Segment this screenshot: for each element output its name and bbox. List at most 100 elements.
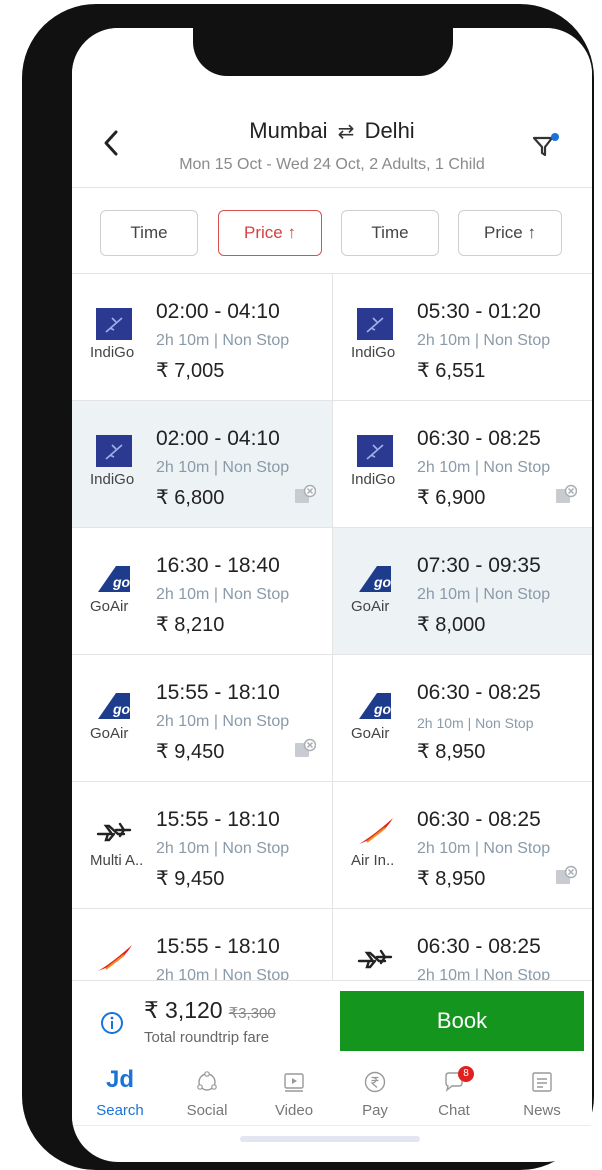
destination-city: Delhi xyxy=(364,118,415,143)
phone-notch xyxy=(193,8,453,76)
phone-frame: Mumbai ⇄ Delhi Mon 15 Oct - Wed 24 Oct, … xyxy=(22,4,594,1170)
sort-return-price-button[interactable]: Price ↑ xyxy=(458,210,562,256)
airline-name: IndiGo xyxy=(90,344,135,361)
flight-duration: 2h 10m | Non Stop xyxy=(417,459,551,476)
return-flight-card[interactable]: go GoAir 07:30 - 09:35 2h 10m | Non Stop ₹ 8… xyxy=(333,528,592,655)
outbound-flight-card[interactable]: IndiGo 02:00 - 04:10 2h 10m | Non Stop ₹ 6,… xyxy=(72,401,332,528)
flight-price: ₹ 7,005 xyxy=(156,360,225,382)
flight-times: 02:00 - 04:10 xyxy=(156,300,280,323)
flight-duration: 2h 10m | Non Stop xyxy=(417,332,551,349)
multi-airline-logo xyxy=(94,814,134,850)
tab-label: Video xyxy=(274,1102,314,1119)
airline-name: Air In.. xyxy=(351,852,395,869)
outbound-flight-list: IndiGo 02:00 - 04:10 2h 10m | Non Stop ₹ 7,… xyxy=(72,274,332,980)
tab-video[interactable]: Video xyxy=(254,1060,334,1126)
flight-times: 06:30 - 08:25 xyxy=(417,681,541,704)
airline-name: IndiGo xyxy=(351,471,396,488)
flight-times: 02:00 - 04:10 xyxy=(156,427,280,450)
return-flight-card[interactable]: IndiGo 06:30 - 08:25 2h 10m | Non Stop ₹ 6,… xyxy=(333,401,592,528)
sort-return-time-button[interactable]: Time xyxy=(341,210,439,256)
route-title: Mumbai ⇄ Delhi xyxy=(72,118,592,144)
fare-label: Total roundtrip fare xyxy=(144,1029,270,1046)
multi-airline-logo xyxy=(355,941,395,977)
indigo-logo xyxy=(355,433,395,469)
video-icon xyxy=(282,1070,306,1094)
air-india-logo xyxy=(94,941,134,977)
return-flight-card[interactable]: Air In.. 06:30 - 08:25 2h 10m | Non Stop ₹ … xyxy=(333,782,592,909)
goair-logo: go xyxy=(355,687,395,723)
flight-duration: 2h 10m | Non Stop xyxy=(156,967,290,980)
tab-label: Pay xyxy=(362,1102,388,1119)
return-flight-card[interactable]: 06:30 - 08:25 2h 10m | Non Stop xyxy=(333,909,592,980)
svg-text:go: go xyxy=(373,701,392,717)
book-button[interactable]: Book xyxy=(340,991,584,1051)
no-meal-icon xyxy=(555,864,578,886)
outbound-flight-card[interactable]: 15:55 - 18:10 2h 10m | Non Stop xyxy=(72,909,332,980)
tab-search[interactable]: Jd Search xyxy=(80,1060,160,1126)
flight-price: ₹ 8,000 xyxy=(417,614,486,636)
flight-grid: IndiGo 02:00 - 04:10 2h 10m | Non Stop ₹ 7,… xyxy=(72,274,592,980)
flight-price: ₹ 9,450 xyxy=(156,868,225,890)
flight-price: ₹ 9,450 xyxy=(156,741,225,763)
fare-footer: ₹ 3,120 ₹3,300 Total roundtrip fare Book xyxy=(72,980,592,1060)
return-flight-card[interactable]: IndiGo 05:30 - 01:20 2h 10m | Non Stop ₹ 6,… xyxy=(333,274,592,401)
tab-label: Chat xyxy=(438,1102,470,1119)
rupee-icon xyxy=(363,1070,387,1094)
indigo-logo xyxy=(94,433,134,469)
no-meal-icon xyxy=(555,483,578,505)
tab-news[interactable]: News xyxy=(502,1060,582,1126)
flight-duration: 2h 10m | Non Stop xyxy=(156,459,290,476)
flight-times: 06:30 - 08:25 xyxy=(417,808,541,831)
outbound-flight-card[interactable]: Multi A.. 15:55 - 18:10 2h 10m | Non Stop ₹… xyxy=(72,782,332,909)
flight-duration: 2h 10m | Non Stop xyxy=(156,713,290,730)
svg-text:go: go xyxy=(373,574,392,590)
indigo-logo xyxy=(355,306,395,342)
goair-logo: go xyxy=(355,560,395,596)
flight-duration: 2h 10m | Non Stop xyxy=(417,715,534,731)
flight-times: 06:30 - 08:25 xyxy=(417,427,541,450)
airline-name: IndiGo xyxy=(351,344,396,361)
flight-price: ₹ 6,551 xyxy=(417,360,486,382)
flight-times: 15:55 - 18:10 xyxy=(156,935,280,958)
tab-social[interactable]: Social xyxy=(167,1060,247,1126)
outbound-flight-card[interactable]: go GoAir 15:55 - 18:10 2h 10m | Non Stop ₹ 9… xyxy=(72,655,332,782)
trip-details: Mon 15 Oct - Wed 24 Oct, 2 Adults, 1 Chi… xyxy=(179,156,485,173)
sort-outbound-price-button[interactable]: Price ↑ xyxy=(218,210,322,256)
flight-times: 07:30 - 09:35 xyxy=(417,554,541,577)
svg-text:go: go xyxy=(112,701,131,717)
tab-chat[interactable]: 8 Chat xyxy=(414,1060,494,1126)
bottom-tab-bar: Jd Search Social Video Pay 8 Chat News xyxy=(72,1060,592,1126)
fare-amount: ₹ 3,120 xyxy=(144,997,223,1023)
total-fare: ₹ 3,120 ₹3,300 xyxy=(144,997,276,1024)
flight-duration: 2h 10m | Non Stop xyxy=(156,586,290,603)
flight-price: ₹ 8,210 xyxy=(156,614,225,636)
flight-duration: 2h 10m | Non Stop xyxy=(156,332,290,349)
tab-pay[interactable]: Pay xyxy=(335,1060,415,1126)
airline-name: GoAir xyxy=(351,725,390,742)
origin-city: Mumbai xyxy=(249,118,328,143)
sort-outbound-time-button[interactable]: Time xyxy=(100,210,198,256)
goair-logo: go xyxy=(94,687,134,723)
outbound-flight-card[interactable]: go GoAir 16:30 - 18:40 2h 10m | Non Stop ₹ 8… xyxy=(72,528,332,655)
news-icon xyxy=(530,1070,554,1094)
flight-price: ₹ 6,800 xyxy=(156,487,225,509)
outbound-flight-card[interactable]: IndiGo 02:00 - 04:10 2h 10m | Non Stop ₹ 7,… xyxy=(72,274,332,401)
chat-badge: 8 xyxy=(458,1066,474,1082)
return-flight-card[interactable]: go GoAir 06:30 - 08:25 2h 10m | Non Stop ₹ 8… xyxy=(333,655,592,782)
flight-times: 06:30 - 08:25 xyxy=(417,935,541,958)
filter-icon[interactable] xyxy=(530,130,562,162)
no-meal-icon xyxy=(294,483,317,505)
goair-logo: go xyxy=(94,560,134,596)
sort-bar: Time Price ↑ Time Price ↑ xyxy=(72,188,592,274)
flight-price: ₹ 8,950 xyxy=(417,741,486,763)
indigo-logo xyxy=(94,306,134,342)
flight-price: ₹ 8,950 xyxy=(417,868,486,890)
no-meal-icon xyxy=(294,737,317,759)
airline-name: IndiGo xyxy=(90,471,135,488)
flight-times: 15:55 - 18:10 xyxy=(156,808,280,831)
info-icon[interactable] xyxy=(100,1011,124,1035)
flight-price: ₹ 6,900 xyxy=(417,487,486,509)
svg-text:go: go xyxy=(112,574,131,590)
app-screen: Mumbai ⇄ Delhi Mon 15 Oct - Wed 24 Oct, … xyxy=(72,28,592,1162)
flight-times: 15:55 - 18:10 xyxy=(156,681,280,704)
